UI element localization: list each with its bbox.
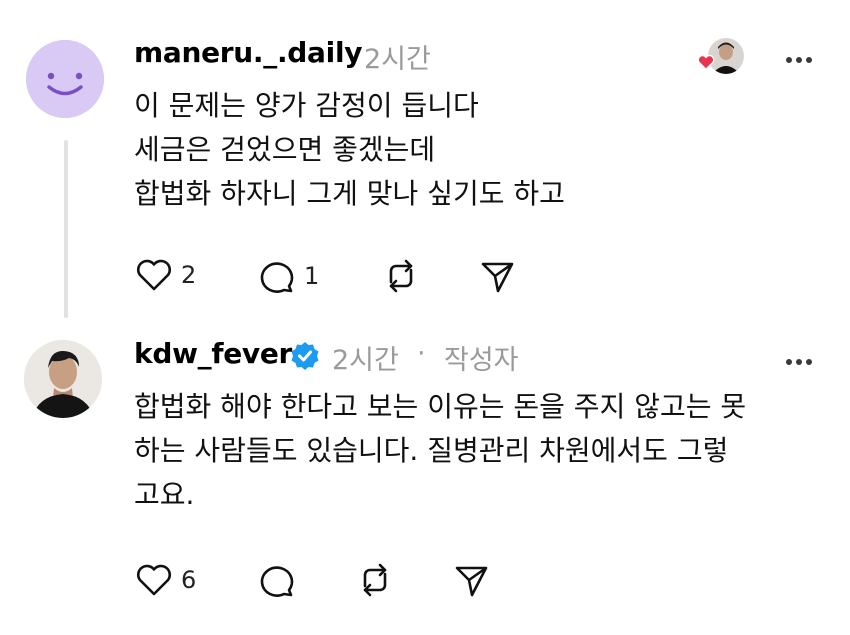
more-options-button[interactable] xyxy=(786,350,820,365)
post-time: 2시간 xyxy=(332,345,399,376)
author-badge: 작성자 xyxy=(444,345,519,376)
repost-button[interactable] xyxy=(355,560,395,600)
repost-icon xyxy=(363,563,387,597)
avatar[interactable] xyxy=(24,340,102,418)
comment-icon xyxy=(260,566,294,597)
person-avatar-icon xyxy=(24,340,102,418)
heart-icon xyxy=(137,259,171,291)
like-button[interactable]: 6 xyxy=(135,562,196,598)
separator-dot: · xyxy=(417,338,426,369)
comment-icon xyxy=(260,262,294,293)
repost-button[interactable] xyxy=(381,256,421,296)
like-count: 6 xyxy=(181,566,197,594)
post-time: 2시간 xyxy=(364,44,431,75)
more-icon xyxy=(786,359,792,365)
more-icon xyxy=(786,57,792,63)
like-count: 2 xyxy=(181,261,197,289)
reply-button[interactable] xyxy=(256,561,296,599)
smiley-avatar-icon xyxy=(26,40,104,118)
avatar[interactable] xyxy=(26,40,104,118)
reply-count: 1 xyxy=(304,262,320,290)
post-maneru: maneru._.daily 2시간 이 문제는 양가 감정이 듭니다 세금은 … xyxy=(0,0,850,330)
thread-line xyxy=(64,140,68,318)
reply-button[interactable]: 1 xyxy=(256,257,319,295)
username[interactable]: kdw_fever xyxy=(134,337,292,370)
repost-icon xyxy=(389,259,413,293)
share-icon xyxy=(455,566,488,597)
like-button[interactable]: 2 xyxy=(135,257,196,293)
post-text: 이 문제는 양가 감정이 듭니다 세금은 걷었으면 좋겠는데 합법화 하자니 그… xyxy=(134,89,565,210)
heart-icon xyxy=(137,564,171,596)
more-options-button[interactable] xyxy=(786,48,820,63)
share-button[interactable] xyxy=(453,562,491,600)
post-text: 합법화 해야 한다고 보는 이유는 돈을 주지 않고는 못 하는 사람들도 있습… xyxy=(134,390,747,511)
post-kdw-fever: kdw_fever 2시간 · 작성자 합법화 해야 한다고 보는 이유는 돈을… xyxy=(0,330,850,635)
heart-badge-icon xyxy=(697,54,715,70)
share-icon xyxy=(481,262,514,293)
verified-icon xyxy=(291,342,319,370)
share-button[interactable] xyxy=(479,258,517,296)
username[interactable]: maneru._.daily xyxy=(134,36,363,69)
